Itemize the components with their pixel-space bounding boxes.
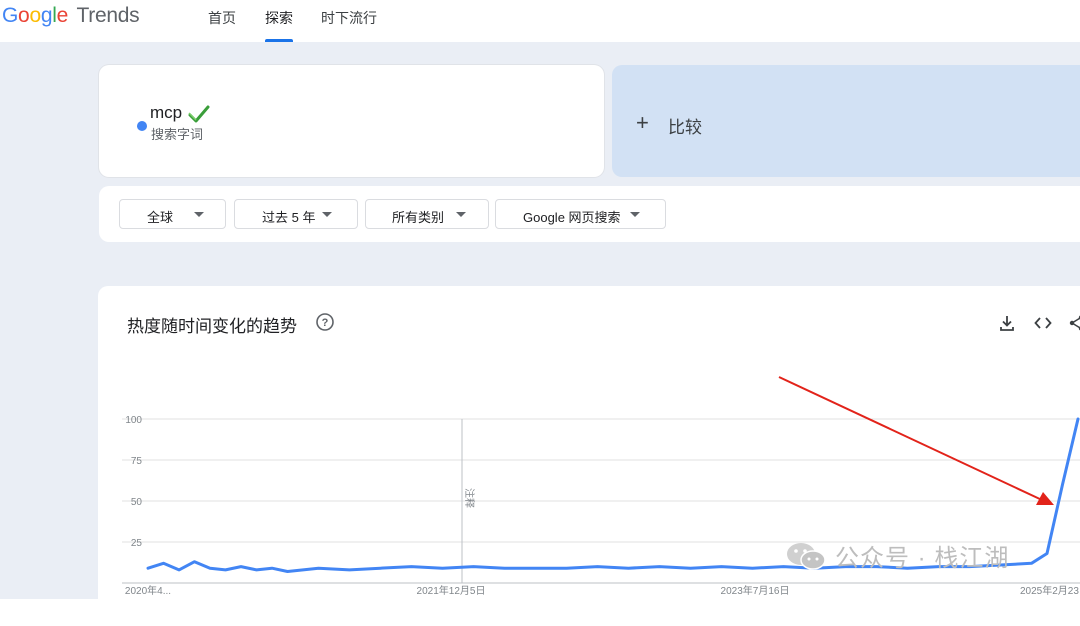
- watermark-text: 公众号 · 栈江湖: [835, 545, 1010, 572]
- x-tick-label: 2025年2月23: [1020, 584, 1079, 597]
- y-tick-label: 50: [131, 497, 143, 508]
- red-arrow-shaft: [778, 376, 1043, 501]
- annotation-label: 注释: [463, 488, 476, 508]
- y-tick-label: 75: [131, 456, 143, 467]
- x-tick-label: 2020年4...: [125, 584, 171, 597]
- x-tick-label: 2023年7月16日: [721, 584, 790, 597]
- y-tick-label: 100: [125, 415, 142, 426]
- interest-chart: 100 75 50 25 2020年4... 2021年12月5日 2023年7月16日 20…: [122, 376, 1080, 597]
- y-tick-label: 25: [131, 538, 143, 549]
- wechat-icon: [787, 542, 826, 570]
- x-tick-label: 2021年12月5日: [417, 584, 486, 597]
- wechat-watermark: 公众号 · 栈江湖: [785, 538, 1009, 573]
